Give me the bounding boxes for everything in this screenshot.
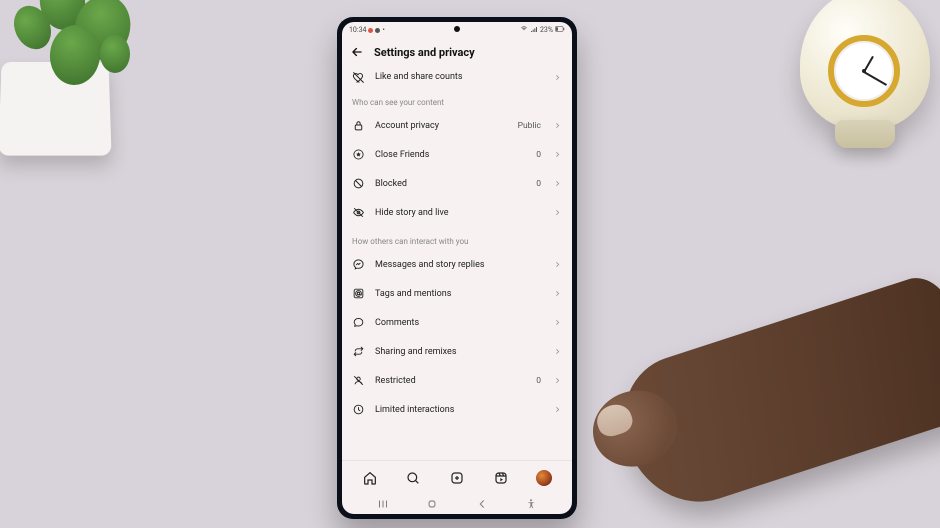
back-button[interactable] <box>475 497 489 511</box>
row-label: Close Friends <box>375 150 526 160</box>
notification-dot-icon <box>368 28 373 33</box>
row-label: Account privacy <box>375 121 508 131</box>
row-restricted[interactable]: Restricted 0 <box>342 366 572 395</box>
blocked-icon <box>352 177 365 190</box>
row-close-friends[interactable]: Close Friends 0 <box>342 140 572 169</box>
chevron-right-icon <box>553 150 562 159</box>
row-value: 0 <box>536 376 541 386</box>
status-time: 10:34 <box>349 26 366 34</box>
chevron-right-icon <box>553 73 562 82</box>
decorative-clock <box>780 0 940 190</box>
row-tags-mentions[interactable]: Tags and mentions <box>342 279 572 308</box>
chevron-right-icon <box>553 179 562 188</box>
chevron-right-icon <box>553 260 562 269</box>
section-header-interactions: How others can interact with you <box>342 227 572 250</box>
app-bar: Settings and privacy <box>342 38 572 66</box>
chevron-right-icon <box>553 121 562 130</box>
home-button[interactable] <box>425 497 439 511</box>
row-label: Comments <box>375 318 543 328</box>
row-hide-story-live[interactable]: Hide story and live <box>342 198 572 227</box>
limited-icon <box>352 403 365 416</box>
row-limited-interactions[interactable]: Limited interactions <box>342 395 572 424</box>
row-label: Tags and mentions <box>375 289 543 299</box>
comment-icon <box>352 316 365 329</box>
restricted-icon <box>352 374 365 387</box>
eye-off-icon <box>352 206 365 219</box>
home-icon[interactable] <box>362 470 378 486</box>
row-label: Sharing and remixes <box>375 347 543 357</box>
row-account-privacy[interactable]: Account privacy Public <box>342 111 572 140</box>
row-label: Hide story and live <box>375 208 543 218</box>
row-label: Restricted <box>375 376 526 386</box>
chevron-right-icon <box>553 318 562 327</box>
recents-button[interactable] <box>376 497 390 511</box>
bottom-nav <box>342 460 572 494</box>
row-sharing-remixes[interactable]: Sharing and remixes <box>342 337 572 366</box>
reels-icon[interactable] <box>493 470 509 486</box>
messenger-icon <box>352 258 365 271</box>
lock-icon <box>352 119 365 132</box>
row-value: 0 <box>536 150 541 160</box>
wifi-icon <box>520 25 528 35</box>
row-comments[interactable]: Comments <box>342 308 572 337</box>
battery-icon <box>555 26 565 34</box>
accessibility-button[interactable] <box>524 497 538 511</box>
page-title: Settings and privacy <box>374 46 475 59</box>
chevron-right-icon <box>553 208 562 217</box>
profile-avatar[interactable] <box>536 470 552 486</box>
star-circle-icon <box>352 148 365 161</box>
signal-icon <box>530 25 538 35</box>
battery-text: 23% <box>540 26 553 34</box>
row-value: Public <box>518 121 541 131</box>
heart-off-icon <box>352 71 365 84</box>
chevron-right-icon <box>553 347 562 356</box>
search-icon[interactable] <box>405 470 421 486</box>
camera-hole <box>454 26 460 32</box>
row-messages-replies[interactable]: Messages and story replies <box>342 250 572 279</box>
row-label: Blocked <box>375 179 526 189</box>
row-blocked[interactable]: Blocked 0 <box>342 169 572 198</box>
remix-icon <box>352 345 365 358</box>
row-label: Limited interactions <box>375 405 543 415</box>
at-icon <box>352 287 365 300</box>
system-nav-bar <box>342 494 572 514</box>
settings-list[interactable]: Like and share counts Who can see your c… <box>342 66 572 460</box>
notification-more-icon: • <box>382 26 384 34</box>
section-header-content-visibility: Who can see your content <box>342 88 572 111</box>
row-label: Messages and story replies <box>375 260 543 270</box>
chevron-right-icon <box>553 289 562 298</box>
notification-dot-icon <box>375 28 380 33</box>
decorative-plant <box>0 0 155 170</box>
row-label: Like and share counts <box>375 72 543 82</box>
user-finger <box>605 270 940 521</box>
phone-frame: 10:34 • 23% S <box>337 17 577 519</box>
phone-screen: 10:34 • 23% S <box>342 22 572 514</box>
back-icon[interactable] <box>350 45 364 59</box>
chevron-right-icon <box>553 376 562 385</box>
create-icon[interactable] <box>449 470 465 486</box>
row-like-share-counts[interactable]: Like and share counts <box>342 66 572 88</box>
row-value: 0 <box>536 179 541 189</box>
chevron-right-icon <box>553 405 562 414</box>
